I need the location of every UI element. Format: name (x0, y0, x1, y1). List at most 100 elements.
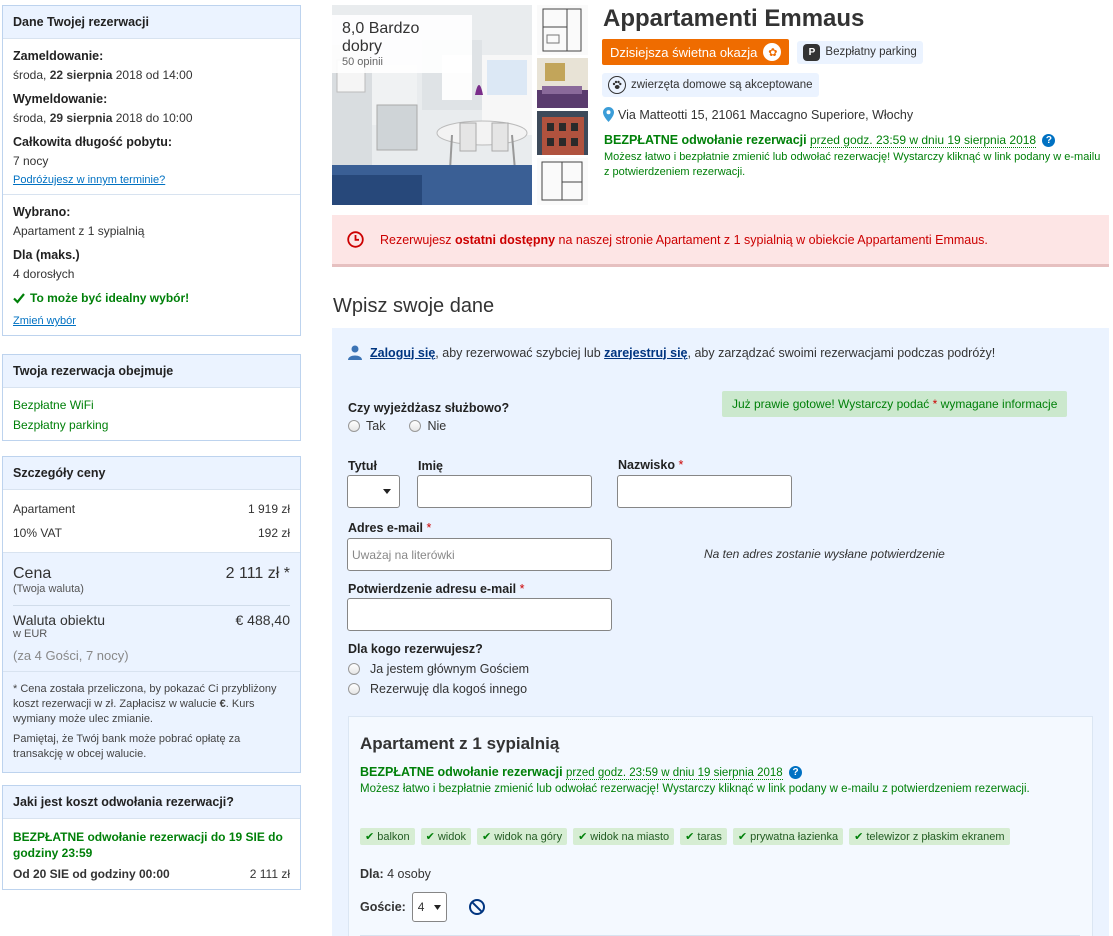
email-confirm-input[interactable] (347, 598, 612, 631)
title-select[interactable] (347, 475, 400, 508)
alert-text-post: na naszej stronie Apartament z 1 sypialn… (555, 232, 988, 247)
facility-label: telewizor z płaskim ekranem (866, 830, 1005, 843)
email-input[interactable]: Uważaj na literówki (347, 538, 612, 571)
business-yes-radio[interactable] (348, 420, 360, 432)
address-text: Via Matteotti 15, 21061 Maccagno Superio… (618, 107, 914, 122)
first-name-label: Imię (418, 459, 444, 473)
main-photo[interactable]: 8,0 Bardzo dobry 50 opinii (332, 5, 532, 205)
checkout-day: środa, (13, 111, 47, 125)
email-confirm-label: Potwierdzenie adresu e-mail * (348, 582, 524, 596)
good-choice-message: To może być idealny wybór! (13, 291, 290, 305)
paw-icon (608, 76, 626, 94)
photo-gallery[interactable]: 8,0 Bardzo dobry 50 opinii (332, 5, 588, 205)
price-total-section: Cena 2 111 zł * (Twoja waluta) Waluta ob… (3, 552, 300, 671)
thumbnail-exterior[interactable] (537, 111, 588, 155)
includes-box: Twoja rezerwacja obejmuje Bezpłatne WiFi… (2, 354, 301, 441)
price-row-apartment: Apartament 1 919 zł (13, 502, 290, 516)
price-row-vat: 10% VAT 192 zł (13, 526, 290, 540)
free-cancellation-text: BEZPŁATNE odwołanie rezerwacji do 19 SIE… (13, 830, 283, 860)
includes-header: Twoja rezerwacja obejmuje (3, 355, 300, 388)
hotel-address: Via Matteotti 15, 21061 Maccagno Superio… (603, 107, 913, 122)
reservation-details-header: Dane Twojej rezerwacji (3, 6, 300, 39)
login-prompt: Zaloguj się, aby rezerwować szybciej lub… (348, 345, 995, 360)
selected-value: Apartament z 1 sypialnią (13, 224, 145, 238)
required-info-pre: Już prawie gotowe! Wystarczy podać (732, 397, 933, 411)
stay-length-value: 7 nocy (13, 154, 49, 168)
checkin-value: środa, 22 sierpnia 2018 od 14:00 (13, 68, 290, 82)
thumbnail-floorplan[interactable] (537, 5, 588, 55)
checkmark-icon: ✔ (425, 831, 435, 843)
alert-text-bold: ostatni dostępny (455, 232, 556, 247)
for-me-radio[interactable] (348, 663, 360, 675)
business-no-label: Nie (427, 419, 447, 433)
required-star: * (678, 458, 684, 472)
room-title: Apartament z 1 sypialnią (360, 734, 560, 753)
business-trip-label: Czy wyjeżdżasz służbowo? (348, 401, 510, 415)
alert-text: Rezerwujesz ostatni dostępny na naszej s… (380, 233, 988, 247)
price-row-label: Apartament (13, 502, 76, 516)
free-cancellation-title: BEZPŁATNE odwołanie rezerwacji (604, 133, 807, 147)
checkout-label: Wymeldowanie: (13, 92, 108, 106)
checkin-label: Zameldowanie: (13, 49, 104, 63)
selected-label: Wybrano: (13, 205, 71, 219)
thumbnail-bedroom[interactable] (537, 58, 588, 108)
login-prompt-post: , aby zarządzać swoimi rezerwacjami podc… (687, 345, 996, 360)
guests-select[interactable]: 4 (411, 892, 447, 922)
bedroom-thumbnail-image (537, 58, 588, 108)
thumbnail-floorplan-2[interactable] (537, 158, 588, 205)
other-dates-link[interactable]: Podróżujesz w innym terminie? (13, 174, 290, 186)
max-occupancy-label: Dla (maks.) (13, 248, 80, 262)
facility-label: widok na góry (494, 830, 563, 843)
include-item-wifi: Bezpłatne WiFi (13, 398, 94, 412)
stay-length-label: Całkowita długość pobytu: (13, 135, 173, 149)
login-link[interactable]: Zaloguj się (370, 346, 435, 360)
parking-badge-text: Bezpłatny parking (825, 46, 917, 58)
checkmark-icon: ✔ (578, 831, 588, 843)
last-name-label: Nazwisko * (618, 458, 683, 472)
chevron-down-icon (383, 489, 391, 494)
checkout-value: środa, 29 sierpnia 2018 do 10:00 (13, 111, 290, 125)
email-confirm-label-text: Potwierdzenie adresu e-mail (348, 582, 517, 596)
reservation-details-box: Dane Twojej rezerwacji Zameldowanie: śro… (2, 5, 301, 336)
room-cancellation-title: BEZPŁATNE odwołanie rezerwacji (360, 765, 563, 779)
for-other-option: Rezerwuję dla kogoś innego (348, 682, 527, 696)
change-selection-link[interactable]: Zmień wybór (13, 315, 290, 327)
required-info-post: wymagane informacje (937, 397, 1058, 411)
local-currency-label: Waluta obiektu (13, 612, 106, 628)
checkout-rest: 2018 do 10:00 (115, 111, 193, 125)
includes-body: Bezpłatne WiFi Bezpłatny parking (3, 388, 300, 440)
currency-note: * Cena została przeliczona, by pokazać C… (3, 671, 300, 772)
local-currency-sub: w EUR (13, 628, 48, 640)
help-icon[interactable]: ? (789, 766, 803, 780)
business-yes-label: Tak (366, 419, 386, 433)
cancellation-fee-value: 2 111 zł (249, 867, 290, 881)
facility-tag: ✔ widok na góry (476, 828, 568, 845)
price-row-label: 10% VAT (13, 526, 62, 540)
email-placeholder: Uważaj na literówki (352, 548, 455, 562)
business-no-radio[interactable] (409, 420, 422, 432)
exterior-thumbnail-image (537, 111, 588, 155)
required-info-notice: Już prawie gotowe! Wystarczy podać * wym… (722, 391, 1068, 417)
login-prompt-text: Zaloguj się, aby rezerwować szybciej lub… (370, 346, 995, 360)
email-hint: Na ten adres zostanie wysłane potwierdze… (704, 547, 945, 561)
facility-tag: ✔ taras (680, 828, 727, 845)
for-me-option: Ja jestem głównym Gościem (348, 662, 529, 676)
review-score-badge[interactable]: 8,0 Bardzo dobry 50 opinii (332, 15, 472, 73)
price-details-box: Szczegóły ceny Apartament 1 919 zł 10% VA… (2, 456, 301, 773)
for-other-radio[interactable] (348, 683, 360, 695)
parking-badge: P Bezpłatny parking (797, 40, 923, 64)
booking-summary-sidebar: Dane Twojej rezerwacji Zameldowanie: śro… (2, 5, 301, 900)
help-icon[interactable]: ? (1042, 134, 1056, 148)
price-row-value: 1 919 zł (247, 502, 290, 516)
local-currency-value: € 488,40 (235, 612, 291, 628)
checkin-date: 22 sierpnia (49, 68, 113, 82)
last-name-input[interactable] (617, 475, 792, 508)
chevron-down-icon (434, 904, 442, 910)
room-cancellation-desc: Możesz łatwo i bezpłatnie zmienić lub od… (360, 783, 1030, 796)
first-name-input[interactable] (417, 475, 592, 508)
checkin-day: środa, (13, 68, 47, 82)
free-cancellation-until: przed godz. 23:59 w dniu 19 sierpnia 201… (809, 133, 1037, 148)
register-link[interactable]: zarejestruj się (604, 346, 687, 360)
alert-text-pre: Rezerwujesz (380, 232, 456, 247)
for-whom-label: Dla kogo rezerwujesz? (348, 642, 483, 656)
